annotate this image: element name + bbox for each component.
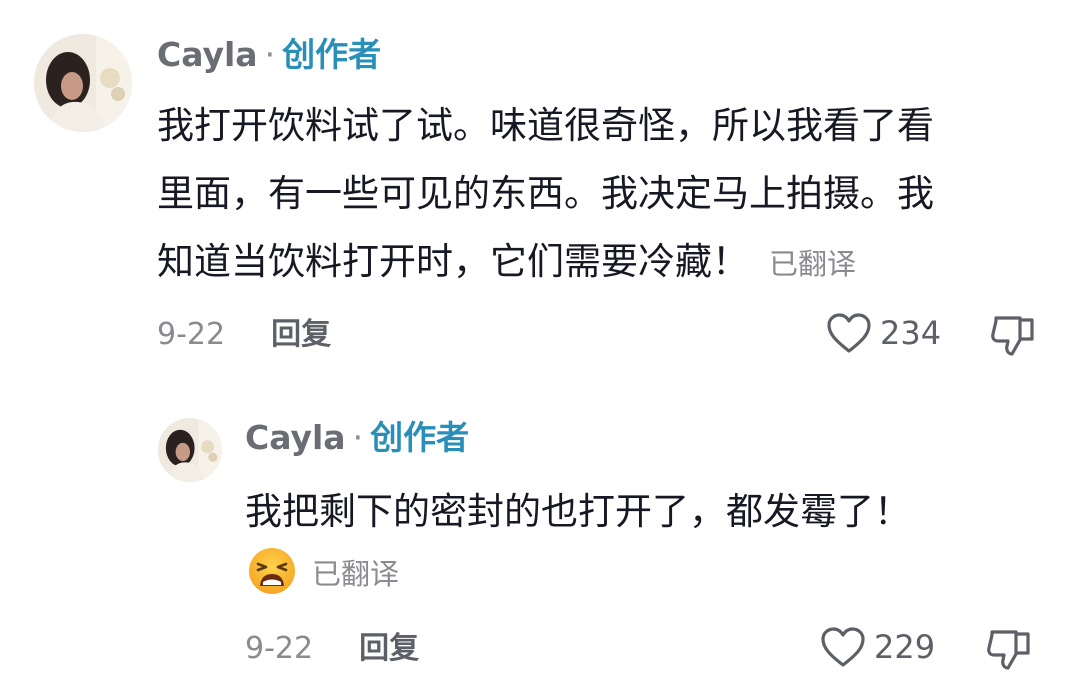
like-button[interactable]: 234 <box>826 312 941 354</box>
comment-line-last: 知道当饮料打开时，它们需要冷藏！ 已翻译 <box>157 228 934 298</box>
heart-outline-icon <box>827 313 871 353</box>
weary-face-emoji <box>247 546 297 600</box>
reply-button[interactable]: 回复 <box>359 631 419 666</box>
like-count: 234 <box>880 314 942 352</box>
avatar[interactable] <box>34 34 132 132</box>
dislike-button[interactable] <box>986 626 1032 676</box>
comment-date: 9-22 <box>245 631 314 666</box>
comment-text: 我打开饮料试了试。味道很奇怪，所以我看了看 里面，有一些可见的东西。我决定马上拍… <box>157 92 934 298</box>
comment-header: Cayla · 创作者 <box>157 35 381 75</box>
separator-dot: · <box>352 418 364 457</box>
separator-dot: · <box>264 35 276 74</box>
comment-header: Cayla · 创作者 <box>245 418 469 458</box>
avatar[interactable] <box>158 418 222 482</box>
creator-badge: 创作者 <box>282 35 382 74</box>
comment-text: 我把剩下的密封的也打开了，都发霉了！ <box>245 478 911 546</box>
comment-line: 我打开饮料试了试。味道很奇怪，所以我看了看 <box>157 104 934 147</box>
heart-outline-icon <box>821 627 865 667</box>
username[interactable]: Cayla <box>245 418 346 457</box>
comment-line: 知道当饮料打开时，它们需要冷藏！ <box>157 240 749 283</box>
reply-button[interactable]: 回复 <box>271 317 331 352</box>
thumbs-down-outline-icon <box>991 316 1034 356</box>
translated-label[interactable]: 已翻译 <box>769 247 856 281</box>
like-count: 229 <box>874 628 936 666</box>
comment-line: 我把剩下的密封的也打开了，都发霉了！ <box>245 490 911 533</box>
comment-meta: 9-22 回复 <box>245 629 419 669</box>
comment-meta: 9-22 回复 <box>157 315 331 355</box>
username[interactable]: Cayla <box>157 35 258 74</box>
creator-badge: 创作者 <box>370 418 470 457</box>
comment-line: 里面，有一些可见的东西。我决定马上拍摄。我 <box>157 172 934 215</box>
like-button[interactable]: 229 <box>820 626 935 668</box>
comment-date: 9-22 <box>157 317 226 352</box>
thumbs-down-outline-icon <box>987 630 1030 670</box>
translated-label[interactable]: 已翻译 <box>312 554 399 594</box>
dislike-button[interactable] <box>990 312 1036 362</box>
